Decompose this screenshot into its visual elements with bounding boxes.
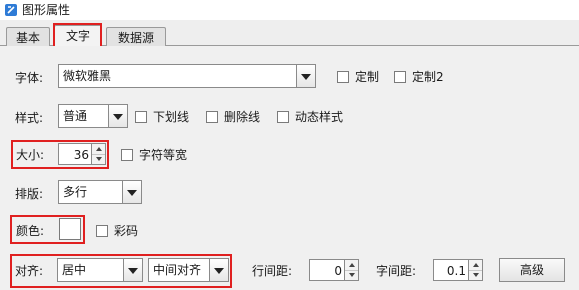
style-select[interactable]: 普通 bbox=[58, 104, 128, 128]
monospace-checkbox[interactable] bbox=[121, 149, 133, 161]
align-horizontal-value: 居中 bbox=[62, 263, 87, 277]
size-label: 大小: bbox=[16, 148, 45, 162]
layout-label: 排版: bbox=[15, 187, 44, 201]
custom-checkbox[interactable] bbox=[337, 71, 349, 83]
align-vertical-select[interactable]: 中间对齐 bbox=[148, 258, 229, 282]
line-spacing-value: 0 bbox=[334, 264, 342, 278]
align-horizontal-select[interactable]: 居中 bbox=[57, 258, 143, 282]
chevron-down-icon[interactable] bbox=[209, 259, 228, 281]
color-swatch[interactable] bbox=[59, 218, 81, 240]
font-select-value: 微软雅黑 bbox=[63, 69, 112, 83]
char-spacing-label: 字间距: bbox=[376, 264, 417, 278]
font-label: 字体: bbox=[15, 71, 44, 85]
underline-label: 下划线 bbox=[153, 110, 190, 124]
line-spacing-spinner[interactable]: 0 bbox=[309, 259, 359, 281]
color-label: 颜色: bbox=[16, 224, 45, 238]
align-vertical-value: 中间对齐 bbox=[153, 263, 202, 277]
custom2-label: 定制2 bbox=[412, 70, 444, 84]
font-select[interactable]: 微软雅黑 bbox=[58, 64, 316, 88]
style-label: 样式: bbox=[15, 111, 44, 125]
line-spacing-label: 行间距: bbox=[252, 264, 293, 278]
layout-select-value: 多行 bbox=[63, 185, 88, 199]
advanced-button[interactable]: 高级 bbox=[499, 258, 565, 282]
chevron-down-icon[interactable] bbox=[122, 181, 141, 203]
barcode-color-label: 彩码 bbox=[114, 224, 139, 238]
size-value: 36 bbox=[73, 148, 89, 162]
style-select-value: 普通 bbox=[63, 109, 88, 123]
char-spacing-spinner[interactable]: 0.1 bbox=[433, 259, 483, 281]
size-spinner-buttons bbox=[91, 144, 105, 164]
align-label: 对齐: bbox=[15, 264, 44, 278]
strikethrough-label: 删除线 bbox=[224, 110, 261, 124]
monospace-label: 字符等宽 bbox=[139, 148, 188, 162]
char-spacing-value: 0.1 bbox=[446, 264, 466, 278]
custom-label: 定制 bbox=[355, 70, 380, 84]
layout-select[interactable]: 多行 bbox=[58, 180, 142, 204]
chevron-down-icon[interactable] bbox=[296, 65, 315, 87]
chevron-down-icon[interactable] bbox=[108, 105, 127, 127]
char-spacing-spinner-buttons bbox=[468, 260, 482, 280]
spinner-down-icon[interactable] bbox=[92, 154, 105, 164]
custom2-checkbox[interactable] bbox=[394, 71, 406, 83]
strikethrough-checkbox[interactable] bbox=[206, 111, 218, 123]
spinner-down-icon[interactable] bbox=[469, 270, 482, 280]
dynamic-style-checkbox[interactable] bbox=[277, 111, 289, 123]
chevron-down-icon[interactable] bbox=[123, 259, 142, 281]
dynamic-style-label: 动态样式 bbox=[295, 110, 344, 124]
size-spinner[interactable]: 36 bbox=[58, 143, 106, 165]
title-bar bbox=[0, 0, 579, 20]
barcode-color-checkbox[interactable] bbox=[96, 225, 108, 237]
spinner-down-icon[interactable] bbox=[345, 270, 358, 280]
line-spacing-spinner-buttons bbox=[344, 260, 358, 280]
underline-checkbox[interactable] bbox=[135, 111, 147, 123]
window-title: 图形属性 bbox=[22, 3, 71, 17]
app-icon bbox=[5, 4, 17, 16]
